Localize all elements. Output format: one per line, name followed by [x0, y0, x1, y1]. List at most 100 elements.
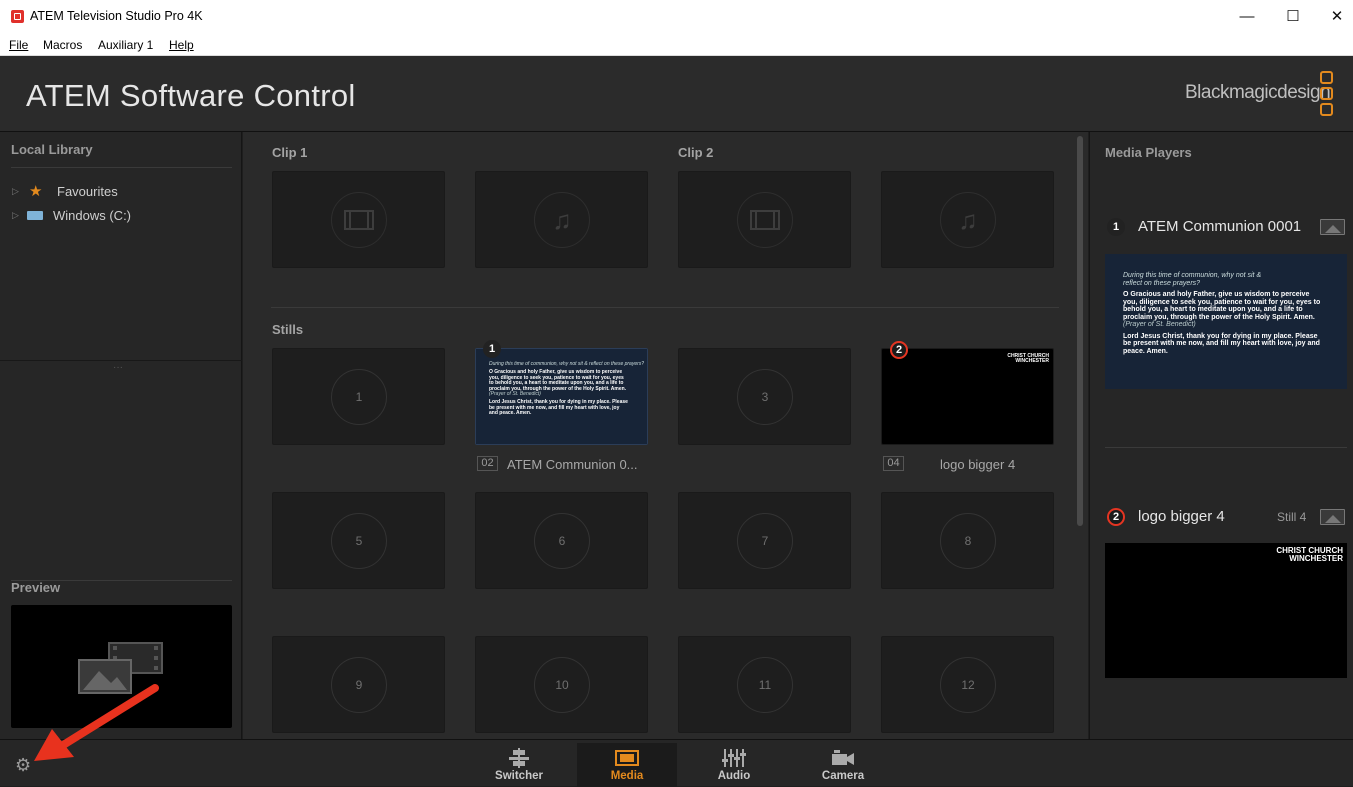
maximize-button[interactable]: ☐: [1270, 0, 1316, 34]
blackmagic-logo: [1320, 71, 1334, 117]
menu-help[interactable]: Help: [169, 38, 194, 52]
close-button[interactable]: ✕: [1314, 0, 1353, 34]
gear-icon[interactable]: ⚙: [15, 755, 31, 776]
still-slot-12[interactable]: 12: [881, 636, 1054, 733]
tree-item-label: Windows (C:): [53, 208, 132, 223]
slot-number: 10: [534, 657, 590, 713]
section-divider: [271, 307, 1059, 308]
player2-name: logo bigger 4: [1138, 508, 1225, 525]
player2-thumbnail: CHRIST CHURCH WINCHESTER: [1105, 543, 1347, 678]
clip2-audio-slot[interactable]: ♫: [881, 171, 1054, 268]
tab-label: Media: [610, 770, 644, 782]
media-players-panel: Media Players 1 ATEM Communion 0001 Duri…: [1089, 132, 1353, 739]
media-players-heading: Media Players: [1105, 145, 1192, 160]
tree-item-favourites[interactable]: ▷ ★ Favourites: [12, 183, 212, 203]
slot-number: 1: [331, 369, 387, 425]
divider: [11, 167, 232, 168]
slide-intro: During this time of communion, why not s…: [1123, 272, 1262, 287]
player-badge-2: 2: [890, 341, 908, 359]
slide-credit: (Prayer of St. Benedict): [1123, 321, 1196, 328]
music-note-icon: ♫: [534, 192, 590, 248]
window-title: ATEM Television Studio Pro 4K: [30, 9, 203, 23]
clip2-video-slot[interactable]: [678, 171, 851, 268]
expand-arrow-icon[interactable]: ▷: [12, 210, 19, 221]
brand-wordmark: Blackmagicdesign: [1185, 82, 1331, 103]
image-icon[interactable]: [1320, 509, 1345, 525]
panel-splitter[interactable]: [0, 360, 242, 361]
film-icon: [331, 192, 387, 248]
still-slot-4[interactable]: CHRIST CHURCH WINCHESTER 2: [881, 341, 1054, 445]
still-slot-2[interactable]: During this time of communion, why not s…: [475, 340, 648, 445]
switcher-icon: [509, 748, 529, 768]
tab-label: Camera: [821, 770, 865, 782]
media-pool-panel: Clip 1 Clip 2 ♫ ♫ Stills 1 During this t…: [243, 132, 1088, 739]
still-slot-3[interactable]: 3: [678, 348, 851, 445]
slot-number: 9: [331, 657, 387, 713]
clip1-video-slot[interactable]: [272, 171, 445, 268]
still-slot-7[interactable]: 7: [678, 492, 851, 589]
slot-number: 3: [737, 369, 793, 425]
star-icon: ★: [29, 183, 43, 200]
still-slot-6[interactable]: 6: [475, 492, 648, 589]
menu-file[interactable]: File: [9, 38, 28, 52]
slide-prayer2: Lord Jesus Christ, thank you for dying i…: [1123, 332, 1320, 355]
slot-number: 8: [940, 513, 996, 569]
logo-line2: WINCHESTER: [1015, 358, 1049, 364]
player-number-2: 2: [1107, 508, 1125, 526]
still-thumbnail: During this time of communion, why not s…: [476, 349, 647, 444]
player-number-1: 1: [1107, 218, 1125, 236]
media-pool-scrollbar[interactable]: [1077, 136, 1083, 526]
slot-number: 12: [940, 657, 996, 713]
minimize-button[interactable]: —: [1224, 0, 1270, 34]
tab-camera[interactable]: Camera: [793, 743, 893, 787]
expand-arrow-icon[interactable]: ▷: [12, 186, 19, 197]
slide-intro: During this time of communion, why not s…: [489, 361, 645, 367]
player2-still-label: Still 4: [1277, 510, 1307, 524]
tree-item-label: Favourites: [57, 184, 118, 199]
film-icon: [737, 192, 793, 248]
logo-thumbnail: CHRIST CHURCH WINCHESTER: [1007, 354, 1049, 364]
local-library-panel: Local Library ▷ ★ Favourites ▷ Windows (…: [0, 132, 242, 739]
clip1-audio-slot[interactable]: ♫: [475, 171, 648, 268]
still-slot-5[interactable]: 5: [272, 492, 445, 589]
audio-icon: [722, 749, 746, 767]
divider: [1105, 447, 1347, 448]
still-caption-name: ATEM Communion 0...: [507, 457, 638, 472]
image-icon[interactable]: [1320, 219, 1345, 235]
still-slot-1[interactable]: 1: [272, 348, 445, 445]
tab-switcher[interactable]: Switcher: [469, 743, 569, 787]
still-slot-9[interactable]: 9: [272, 636, 445, 733]
still-caption-name: logo bigger 4: [940, 457, 1016, 472]
preview-heading: Preview: [11, 580, 61, 595]
menu-bar: File Macros Auxiliary 1 Help: [0, 34, 1353, 56]
still-caption-number: 02: [477, 456, 498, 471]
app-title: ATEM Software Control: [26, 78, 356, 113]
tab-label: Audio: [717, 770, 751, 782]
still-slot-10[interactable]: 10: [475, 636, 648, 733]
slide-credit: (Prayer of St. Benedict): [489, 391, 541, 398]
still-slot-11[interactable]: 11: [678, 636, 851, 733]
still-caption-number: 04: [883, 456, 904, 471]
clip1-label: Clip 1: [272, 145, 308, 160]
player1-name: ATEM Communion 0001: [1138, 218, 1302, 235]
still-slot-8[interactable]: 8: [881, 492, 1054, 589]
library-heading: Local Library: [11, 142, 93, 157]
slide-prayer1: O Gracious and holy Father, give us wisd…: [489, 369, 627, 392]
tab-label: Switcher: [495, 770, 543, 782]
tab-audio[interactable]: Audio: [684, 743, 784, 787]
player1-thumbnail: During this time of communion, why not s…: [1105, 254, 1347, 389]
menu-auxiliary[interactable]: Auxiliary 1: [98, 38, 153, 52]
slot-number: 11: [737, 657, 793, 713]
window-titlebar: ATEM Television Studio Pro 4K — ☐ ✕: [0, 0, 1353, 34]
media-icon: [615, 750, 639, 766]
slide-prayer2: Lord Jesus Christ, thank you for dying i…: [489, 399, 628, 417]
splitter-handle-icon[interactable]: ···: [113, 362, 123, 373]
tree-item-windows-drive[interactable]: ▷ Windows (C:): [12, 207, 212, 227]
slot-number: 7: [737, 513, 793, 569]
menu-macros[interactable]: Macros: [43, 38, 82, 52]
bottom-nav-bar: Switcher Media Audio Camera: [0, 739, 1353, 787]
tab-media[interactable]: Media: [577, 743, 677, 787]
app-header: ATEM Software Control Blackmagicdesign: [0, 56, 1353, 132]
app-icon: [11, 10, 24, 23]
stills-label: Stills: [272, 322, 304, 337]
